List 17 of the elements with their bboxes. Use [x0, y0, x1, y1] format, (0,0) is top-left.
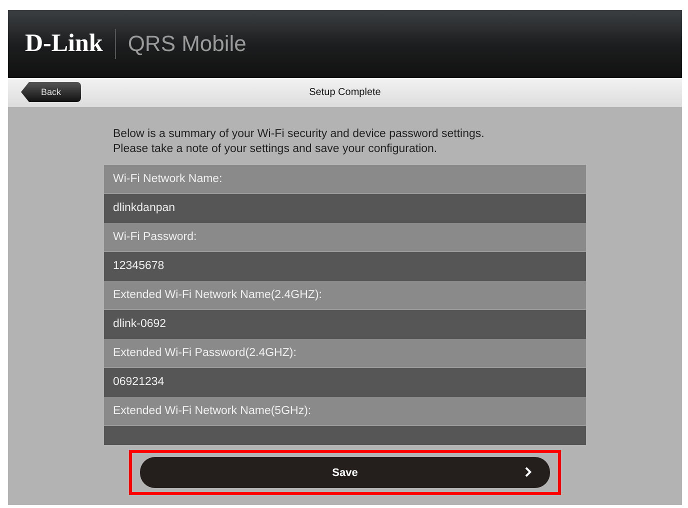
- page-title: Setup Complete: [309, 87, 381, 98]
- setting-label: Extended Wi-Fi Network Name(5GHz):: [104, 397, 586, 426]
- setting-label: Extended Wi-Fi Password(2.4GHZ):: [104, 339, 586, 368]
- app-name: QRS Mobile: [128, 31, 246, 57]
- setting-value: 12345678: [104, 252, 586, 281]
- chevron-icon: [525, 467, 532, 477]
- setting-value: dlinkdanpan: [104, 194, 586, 223]
- setting-value: dlink-0692: [104, 310, 586, 339]
- save-button[interactable]: Save: [140, 457, 550, 488]
- setting-label: Wi-Fi Network Name:: [104, 165, 586, 194]
- brand-logo: D-Link: [25, 30, 103, 58]
- intro-text: Below is a summary of your Wi-Fi security and device password settings.: [113, 127, 486, 142]
- intro-text: Please take a note of your settings and save your configuration.: [113, 142, 438, 157]
- back-button[interactable]: Back: [21, 82, 81, 102]
- setting-label: Extended Wi-Fi Network Name(2.4GHZ):: [104, 281, 586, 310]
- setting-value: 06921234: [104, 368, 586, 397]
- setting-label: Wi-Fi Password:: [104, 223, 586, 252]
